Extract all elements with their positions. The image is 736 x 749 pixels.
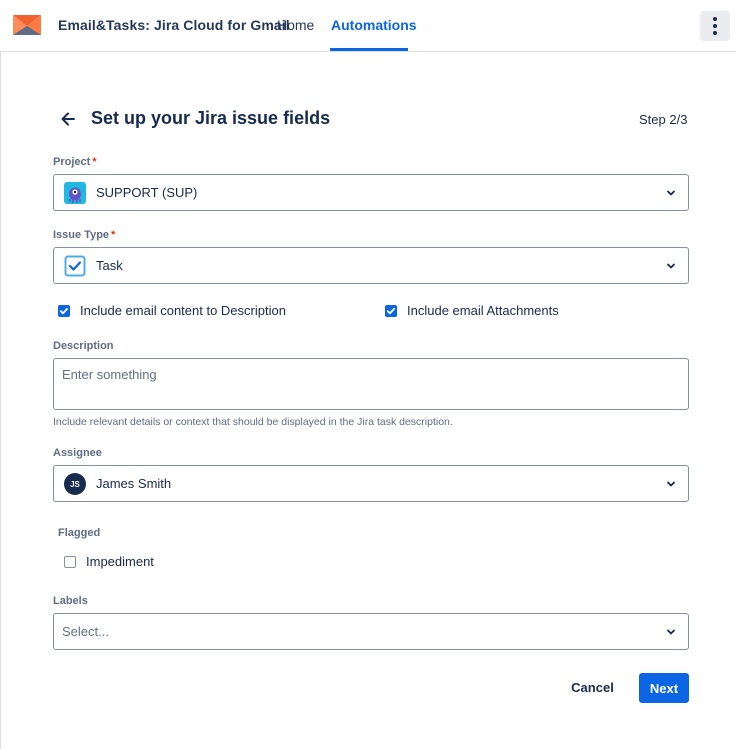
labels-label: Labels [53, 595, 88, 607]
tab-home[interactable]: Home [277, 17, 314, 33]
page-title: Set up your Jira issue fields [91, 108, 331, 128]
mail-envelope-logo [13, 15, 41, 35]
kebab-menu-icon[interactable] [700, 11, 730, 41]
checkbox-checked-icon[interactable] [385, 304, 397, 317]
assignee-value: James Smith [96, 476, 172, 491]
app-title: Email&Tasks: Jira Cloud for Gmail [58, 17, 290, 33]
step-indicator: Step 2/3 [639, 112, 688, 127]
project-avatar-icon [64, 182, 86, 204]
chevron-down-icon [667, 629, 675, 635]
issue-type-select[interactable]: Task [53, 247, 689, 284]
description-placeholder: Enter something [62, 367, 157, 382]
project-label: Project * [53, 156, 97, 168]
next-button[interactable]: Next [639, 673, 689, 703]
description-helper-text: Include relevant details or context that… [53, 416, 453, 428]
impediment-checkbox[interactable]: Impediment [64, 554, 154, 569]
task-checkbox-icon [64, 255, 86, 277]
top-bar: Email&Tasks: Jira Cloud for Gmail Home A… [0, 0, 736, 52]
impediment-label: Impediment [86, 554, 154, 569]
left-divider [0, 52, 1, 749]
cancel-button[interactable]: Cancel [560, 673, 625, 702]
flagged-label: Flagged [58, 527, 101, 539]
assignee-label: Assignee [53, 447, 102, 459]
checkbox-unchecked-icon[interactable] [64, 555, 76, 568]
description-textarea[interactable]: Enter something [53, 358, 689, 410]
include-attachments-checkbox[interactable]: Include email Attachments [385, 303, 559, 318]
chevron-down-icon [667, 190, 675, 196]
active-tab-indicator [330, 48, 408, 51]
description-label: Description [53, 340, 114, 352]
assignee-select[interactable]: JS James Smith [53, 465, 689, 502]
labels-select[interactable]: Select... [53, 613, 689, 650]
avatar: JS [64, 473, 86, 495]
include-description-label: Include email content to Description [80, 303, 286, 318]
checkbox-checked-icon[interactable] [58, 304, 70, 317]
labels-placeholder: Select... [62, 624, 109, 639]
project-select[interactable]: SUPPORT (SUP) [53, 174, 689, 211]
project-value: SUPPORT (SUP) [96, 185, 198, 200]
issue-type-value: Task [96, 258, 123, 273]
tab-automations[interactable]: Automations [331, 17, 417, 33]
include-attachments-label: Include email Attachments [407, 303, 559, 318]
back-arrow-icon[interactable] [58, 109, 78, 129]
chevron-down-icon [667, 481, 675, 487]
chevron-down-icon [667, 263, 675, 269]
include-description-checkbox[interactable]: Include email content to Description [58, 303, 286, 318]
issue-type-label: Issue Type * [53, 229, 116, 241]
